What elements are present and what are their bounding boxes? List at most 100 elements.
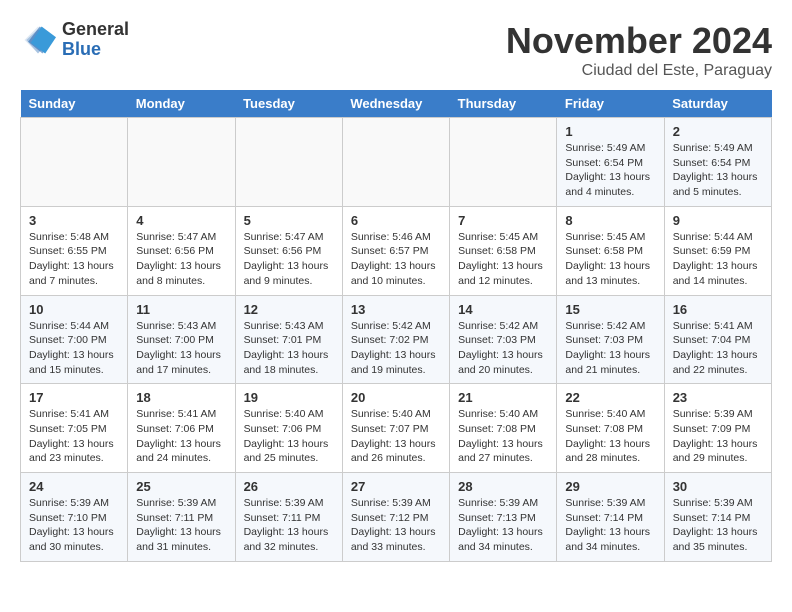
day-number: 1 bbox=[565, 124, 655, 139]
calendar-cell bbox=[342, 118, 449, 207]
calendar-cell: 7Sunrise: 5:45 AM Sunset: 6:58 PM Daylig… bbox=[450, 206, 557, 295]
logo: General Blue bbox=[20, 20, 129, 60]
day-number: 22 bbox=[565, 390, 655, 405]
page-header: General Blue November 2024 Ciudad del Es… bbox=[20, 20, 772, 80]
day-info: Sunrise: 5:39 AM Sunset: 7:13 PM Dayligh… bbox=[458, 496, 548, 555]
day-number: 8 bbox=[565, 213, 655, 228]
calendar-cell: 2Sunrise: 5:49 AM Sunset: 6:54 PM Daylig… bbox=[664, 118, 771, 207]
logo-text: General Blue bbox=[62, 20, 129, 60]
calendar-cell: 30Sunrise: 5:39 AM Sunset: 7:14 PM Dayli… bbox=[664, 473, 771, 562]
day-number: 25 bbox=[136, 479, 226, 494]
day-info: Sunrise: 5:45 AM Sunset: 6:58 PM Dayligh… bbox=[565, 230, 655, 289]
calendar-cell: 26Sunrise: 5:39 AM Sunset: 7:11 PM Dayli… bbox=[235, 473, 342, 562]
calendar-cell: 9 Sunrise: 5:44 AM Sunset: 6:59 PM Daylig… bbox=[664, 206, 771, 295]
calendar-cell: 6 Sunrise: 5:46 AM Sunset: 6:57 PM Daylig… bbox=[342, 206, 449, 295]
title-block: November 2024 Ciudad del Este, Paraguay bbox=[506, 20, 772, 80]
calendar-cell: 15 Sunrise: 5:42 AM Sunset: 7:03 PM Dayli… bbox=[557, 295, 664, 384]
day-info: Sunrise: 5:49 AM Sunset: 6:54 PM Dayligh… bbox=[565, 141, 655, 200]
header-tuesday: Tuesday bbox=[235, 90, 342, 118]
day-number: 20 bbox=[351, 390, 441, 405]
calendar-cell bbox=[21, 118, 128, 207]
calendar-body: 1 Sunrise: 5:49 AM Sunset: 6:54 PM Daylig… bbox=[21, 118, 772, 562]
calendar-cell: 24 Sunrise: 5:39 AM Sunset: 7:10 PM Dayli… bbox=[21, 473, 128, 562]
header-row: SundayMondayTuesdayWednesdayThursdayFrid… bbox=[21, 90, 772, 118]
day-info: Sunrise: 5:40 AM Sunset: 7:08 PM Dayligh… bbox=[565, 407, 655, 466]
day-info: Sunrise: 5:39 AM Sunset: 7:10 PM Dayligh… bbox=[29, 496, 119, 555]
logo-blue-text: Blue bbox=[62, 40, 129, 60]
day-info: Sunrise: 5:46 AM Sunset: 6:57 PM Dayligh… bbox=[351, 230, 441, 289]
calendar-cell bbox=[128, 118, 235, 207]
calendar-cell: 29 Sunrise: 5:39 AM Sunset: 7:14 PM Dayli… bbox=[557, 473, 664, 562]
month-title: November 2024 bbox=[506, 20, 772, 62]
header-sunday: Sunday bbox=[21, 90, 128, 118]
day-number: 17 bbox=[29, 390, 119, 405]
day-info: Sunrise: 5:39 AM Sunset: 7:09 PM Dayligh… bbox=[673, 407, 763, 466]
week-row-3: 10 Sunrise: 5:44 AM Sunset: 7:00 PM Dayli… bbox=[21, 295, 772, 384]
calendar-cell: 21Sunrise: 5:40 AM Sunset: 7:08 PM Dayli… bbox=[450, 384, 557, 473]
day-info: Sunrise: 5:39 AM Sunset: 7:14 PM Dayligh… bbox=[565, 496, 655, 555]
calendar-cell: 3Sunrise: 5:48 AM Sunset: 6:55 PM Daylig… bbox=[21, 206, 128, 295]
day-info: Sunrise: 5:41 AM Sunset: 7:04 PM Dayligh… bbox=[673, 319, 763, 378]
day-number: 27 bbox=[351, 479, 441, 494]
day-info: Sunrise: 5:39 AM Sunset: 7:12 PM Dayligh… bbox=[351, 496, 441, 555]
calendar-cell: 4 Sunrise: 5:47 AM Sunset: 6:56 PM Daylig… bbox=[128, 206, 235, 295]
day-info: Sunrise: 5:39 AM Sunset: 7:11 PM Dayligh… bbox=[244, 496, 334, 555]
calendar-table: SundayMondayTuesdayWednesdayThursdayFrid… bbox=[20, 90, 772, 562]
day-info: Sunrise: 5:41 AM Sunset: 7:05 PM Dayligh… bbox=[29, 407, 119, 466]
logo-general-text: General bbox=[62, 20, 129, 40]
day-number: 24 bbox=[29, 479, 119, 494]
calendar-cell: 27 Sunrise: 5:39 AM Sunset: 7:12 PM Dayli… bbox=[342, 473, 449, 562]
header-monday: Monday bbox=[128, 90, 235, 118]
header-friday: Friday bbox=[557, 90, 664, 118]
week-row-4: 17 Sunrise: 5:41 AM Sunset: 7:05 PM Dayli… bbox=[21, 384, 772, 473]
day-number: 10 bbox=[29, 302, 119, 317]
day-number: 5 bbox=[244, 213, 334, 228]
calendar-cell: 25 Sunrise: 5:39 AM Sunset: 7:11 PM Dayli… bbox=[128, 473, 235, 562]
day-info: Sunrise: 5:42 AM Sunset: 7:03 PM Dayligh… bbox=[565, 319, 655, 378]
day-number: 4 bbox=[136, 213, 226, 228]
day-number: 7 bbox=[458, 213, 548, 228]
day-info: Sunrise: 5:44 AM Sunset: 7:00 PM Dayligh… bbox=[29, 319, 119, 378]
week-row-1: 1 Sunrise: 5:49 AM Sunset: 6:54 PM Daylig… bbox=[21, 118, 772, 207]
calendar-cell bbox=[450, 118, 557, 207]
header-wednesday: Wednesday bbox=[342, 90, 449, 118]
calendar-cell: 20 Sunrise: 5:40 AM Sunset: 7:07 PM Dayli… bbox=[342, 384, 449, 473]
day-info: Sunrise: 5:42 AM Sunset: 7:03 PM Dayligh… bbox=[458, 319, 548, 378]
day-info: Sunrise: 5:40 AM Sunset: 7:06 PM Dayligh… bbox=[244, 407, 334, 466]
day-number: 14 bbox=[458, 302, 548, 317]
calendar-cell: 11Sunrise: 5:43 AM Sunset: 7:00 PM Dayli… bbox=[128, 295, 235, 384]
day-number: 9 bbox=[673, 213, 763, 228]
day-number: 23 bbox=[673, 390, 763, 405]
calendar-cell: 5 Sunrise: 5:47 AM Sunset: 6:56 PM Daylig… bbox=[235, 206, 342, 295]
day-info: Sunrise: 5:47 AM Sunset: 6:56 PM Dayligh… bbox=[136, 230, 226, 289]
day-info: Sunrise: 5:49 AM Sunset: 6:54 PM Dayligh… bbox=[673, 141, 763, 200]
calendar-cell: 16Sunrise: 5:41 AM Sunset: 7:04 PM Dayli… bbox=[664, 295, 771, 384]
day-info: Sunrise: 5:39 AM Sunset: 7:11 PM Dayligh… bbox=[136, 496, 226, 555]
header-saturday: Saturday bbox=[664, 90, 771, 118]
day-number: 30 bbox=[673, 479, 763, 494]
day-info: Sunrise: 5:42 AM Sunset: 7:02 PM Dayligh… bbox=[351, 319, 441, 378]
day-info: Sunrise: 5:41 AM Sunset: 7:06 PM Dayligh… bbox=[136, 407, 226, 466]
week-row-2: 3Sunrise: 5:48 AM Sunset: 6:55 PM Daylig… bbox=[21, 206, 772, 295]
day-number: 11 bbox=[136, 302, 226, 317]
calendar-cell: 1 Sunrise: 5:49 AM Sunset: 6:54 PM Daylig… bbox=[557, 118, 664, 207]
day-info: Sunrise: 5:47 AM Sunset: 6:56 PM Dayligh… bbox=[244, 230, 334, 289]
day-number: 18 bbox=[136, 390, 226, 405]
day-number: 3 bbox=[29, 213, 119, 228]
day-info: Sunrise: 5:44 AM Sunset: 6:59 PM Dayligh… bbox=[673, 230, 763, 289]
logo-icon bbox=[20, 22, 56, 58]
day-number: 6 bbox=[351, 213, 441, 228]
day-info: Sunrise: 5:40 AM Sunset: 7:08 PM Dayligh… bbox=[458, 407, 548, 466]
calendar-cell: 17 Sunrise: 5:41 AM Sunset: 7:05 PM Dayli… bbox=[21, 384, 128, 473]
calendar-cell: 14 Sunrise: 5:42 AM Sunset: 7:03 PM Dayli… bbox=[450, 295, 557, 384]
day-number: 29 bbox=[565, 479, 655, 494]
calendar-cell: 8 Sunrise: 5:45 AM Sunset: 6:58 PM Daylig… bbox=[557, 206, 664, 295]
header-thursday: Thursday bbox=[450, 90, 557, 118]
day-info: Sunrise: 5:43 AM Sunset: 7:01 PM Dayligh… bbox=[244, 319, 334, 378]
day-number: 15 bbox=[565, 302, 655, 317]
day-info: Sunrise: 5:40 AM Sunset: 7:07 PM Dayligh… bbox=[351, 407, 441, 466]
calendar-cell bbox=[235, 118, 342, 207]
calendar-cell: 13Sunrise: 5:42 AM Sunset: 7:02 PM Dayli… bbox=[342, 295, 449, 384]
calendar-cell: 10 Sunrise: 5:44 AM Sunset: 7:00 PM Dayli… bbox=[21, 295, 128, 384]
calendar-header: SundayMondayTuesdayWednesdayThursdayFrid… bbox=[21, 90, 772, 118]
